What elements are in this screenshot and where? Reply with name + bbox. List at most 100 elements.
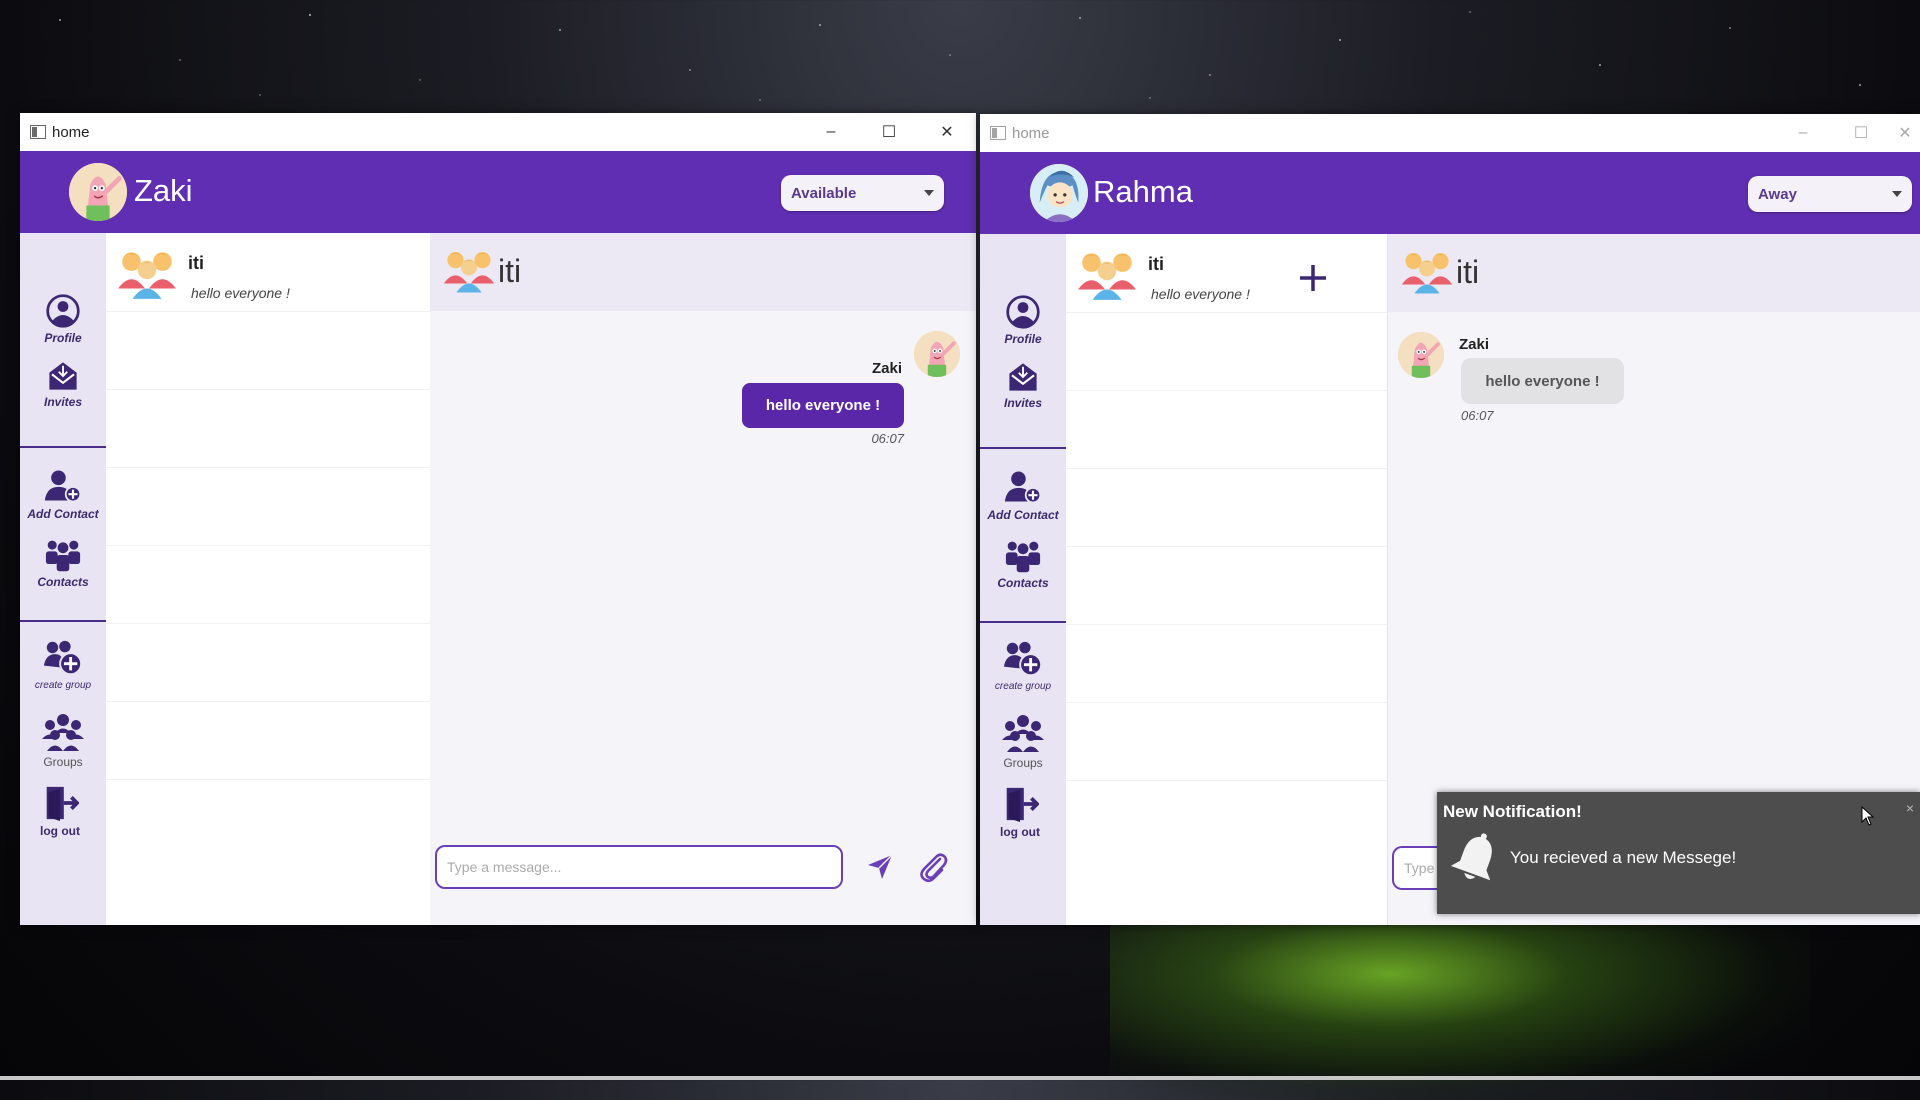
sidebar-item-contacts[interactable]: Contacts	[20, 537, 106, 589]
sidebar-item-label: Invites	[1003, 396, 1042, 410]
app-window-icon	[30, 125, 46, 139]
chat-header: iti	[1388, 234, 1920, 312]
sidebar-item-add-contact[interactable]: Add Contact	[20, 467, 106, 521]
contacts-icon	[1003, 538, 1043, 574]
user-circle-icon	[45, 293, 81, 329]
sidebar-item-contacts[interactable]: Contacts	[980, 538, 1066, 590]
maximize-button[interactable]: ☐	[1832, 114, 1890, 152]
user-name: Zaki	[134, 173, 193, 208]
sidebar-item-label: Groups	[1003, 756, 1043, 770]
wallpaper-stars	[59, 11, 1861, 101]
sidebar-item-invites[interactable]: Invites	[20, 359, 106, 409]
sidebar-item-profile[interactable]: Profile	[20, 293, 106, 345]
maximize-button[interactable]: ☐	[860, 113, 918, 151]
sidebar-item-label: log out	[1000, 825, 1040, 839]
sidebar-item-create-group[interactable]: create group	[980, 639, 1066, 692]
sidebar-item-label: Add Contact	[987, 508, 1059, 522]
mail-icon	[45, 359, 81, 393]
profile-header: Rahma Away	[980, 152, 1920, 234]
avatar	[1398, 332, 1444, 378]
conversation-name: iti	[1148, 254, 1164, 274]
sidebar-item-create-group[interactable]: create group	[20, 638, 106, 691]
sidebar-divider	[20, 446, 106, 448]
groups-icon	[1001, 714, 1045, 754]
chat-window-zaki: home – ☐ ✕ Zaki Available Profile Invite…	[20, 113, 976, 925]
window-title: home	[52, 123, 90, 141]
sidebar-item-label: Add Contact	[27, 507, 99, 521]
message-time: 06:07	[871, 431, 904, 446]
sidebar-item-invites[interactable]: Invites	[980, 360, 1066, 410]
user-circle-icon	[1005, 294, 1041, 330]
chevron-down-icon	[1892, 191, 1902, 197]
window-title: home	[1012, 124, 1050, 142]
status-dropdown[interactable]: Available	[781, 175, 944, 211]
sidebar-item-logout[interactable]: log out	[980, 785, 1063, 839]
sidebar-item-profile[interactable]: Profile	[980, 294, 1066, 346]
add-user-icon	[43, 467, 83, 505]
group-avatar-icon	[1076, 248, 1138, 300]
conversation-name: iti	[188, 253, 204, 273]
message-sender: Zaki	[1459, 336, 1490, 353]
logout-icon	[41, 784, 79, 822]
status-value: Away	[1758, 185, 1797, 203]
sidebar-item-add-contact[interactable]: Add Contact	[980, 468, 1066, 522]
chat-panel: iti Zaki hello everyone ! 06:07	[430, 233, 976, 925]
bell-icon	[1450, 833, 1492, 881]
app-window-icon	[990, 126, 1006, 140]
message-input[interactable]	[435, 845, 843, 889]
chat-header: iti	[430, 233, 976, 311]
sidebar-nav: Profile Invites Add Contact Contacts cre…	[20, 233, 106, 925]
sidebar-item-label: log out	[40, 824, 80, 838]
sidebar-item-label: Contacts	[37, 575, 89, 589]
groups-icon	[41, 713, 85, 753]
group-avatar-icon	[442, 247, 496, 293]
send-icon[interactable]	[866, 853, 894, 881]
title-bar: home – ☐ ✕	[980, 114, 1920, 152]
chat-title: iti	[498, 253, 522, 289]
conversation-last-message: hello everyone !	[1151, 286, 1250, 302]
logout-icon	[1001, 785, 1039, 823]
sidebar-divider	[980, 621, 1066, 623]
chevron-down-icon	[924, 190, 934, 196]
sidebar-divider	[20, 620, 106, 622]
sidebar-item-groups[interactable]: Groups	[20, 713, 106, 769]
notification-title: New Notification!	[1443, 802, 1582, 821]
sidebar-item-label: Profile	[1004, 332, 1042, 346]
sidebar-item-logout[interactable]: log out	[20, 784, 103, 838]
message-bubble: hello everyone !	[742, 383, 904, 428]
add-user-icon	[1003, 468, 1043, 506]
close-button[interactable]: ✕	[1890, 114, 1920, 152]
sidebar-item-label: create group	[34, 680, 92, 691]
chat-title: iti	[1456, 254, 1480, 290]
user-name: Rahma	[1093, 174, 1193, 209]
profile-header: Zaki Available	[20, 151, 976, 233]
taskbar-edge	[0, 1076, 1920, 1080]
sidebar-item-groups[interactable]: Groups	[980, 714, 1066, 770]
minimize-button[interactable]: –	[1774, 114, 1832, 152]
avatar[interactable]	[1030, 164, 1088, 222]
message-sender: Zaki	[871, 360, 902, 377]
notification-close-icon[interactable]: ×	[1906, 800, 1914, 816]
list-item[interactable]: iti hello everyone !	[106, 233, 430, 312]
sidebar-item-label: Groups	[43, 755, 83, 769]
conversation-list: iti hello everyone !	[106, 233, 431, 925]
sidebar-item-label: Invites	[43, 395, 82, 409]
minimize-button[interactable]: –	[802, 113, 860, 151]
mouse-cursor-icon	[1861, 806, 1875, 826]
mail-icon	[1005, 360, 1041, 394]
list-item[interactable]: iti hello everyone !	[1066, 234, 1387, 313]
conversation-list: iti hello everyone !	[1066, 234, 1388, 925]
group-avatar-icon	[1400, 248, 1454, 294]
status-value: Available	[791, 184, 857, 202]
avatar[interactable]	[69, 163, 127, 221]
status-dropdown[interactable]: Away	[1748, 176, 1912, 212]
sidebar-divider	[980, 447, 1066, 449]
plus-icon[interactable]	[1299, 264, 1327, 292]
close-button[interactable]: ✕	[918, 113, 976, 151]
contacts-icon	[43, 537, 83, 573]
paperclip-icon[interactable]	[918, 851, 948, 883]
notification-toast[interactable]: New Notification! × You recieved a new M…	[1437, 792, 1920, 914]
message-time: 06:07	[1461, 408, 1494, 423]
sidebar-item-label: create group	[994, 681, 1052, 692]
create-group-icon	[1002, 639, 1044, 679]
